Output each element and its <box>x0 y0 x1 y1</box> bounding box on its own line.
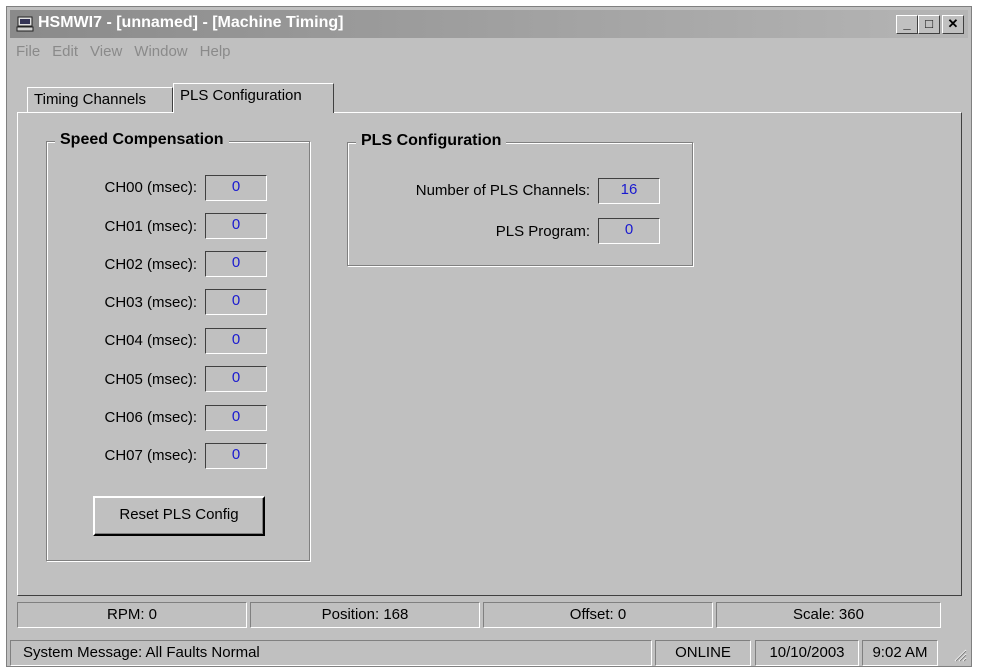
ch06-value[interactable]: 0 <box>205 405 267 431</box>
menu-help[interactable]: Help <box>194 41 237 60</box>
ch01-value[interactable]: 0 <box>205 213 267 239</box>
ch07-label: CH07 (msec): <box>104 447 197 464</box>
speed-compensation-group: Speed Compensation CH00 (msec): 0 CH01 (… <box>46 131 310 561</box>
tab-timing-channels[interactable]: Timing Channels <box>27 87 173 113</box>
menu-view[interactable]: View <box>84 41 128 60</box>
speed-compensation-title: Speed Compensation <box>55 131 229 149</box>
menu-edit[interactable]: Edit <box>46 41 84 60</box>
position-status: Position: 168 <box>250 602 480 628</box>
time-status: 9:02 AM <box>862 640 938 666</box>
maximize-button[interactable]: □ <box>918 15 940 34</box>
offset-status: Offset: 0 <box>483 602 713 628</box>
ch00-value[interactable]: 0 <box>205 175 267 201</box>
tab-pls-configuration[interactable]: PLS Configuration <box>173 83 334 113</box>
tab-panel: Speed Compensation CH00 (msec): 0 CH01 (… <box>17 112 962 596</box>
ch05-value[interactable]: 0 <box>205 366 267 392</box>
ch07-value[interactable]: 0 <box>205 443 267 469</box>
close-icon: ✕ <box>947 16 959 31</box>
ch04-value[interactable]: 0 <box>205 328 267 354</box>
menu-window[interactable]: Window <box>128 41 193 60</box>
ch00-label: CH00 (msec): <box>104 179 197 196</box>
pls-configuration-title: PLS Configuration <box>356 132 507 150</box>
system-message: System Message: All Faults Normal <box>10 640 652 666</box>
scale-status: Scale: 360 <box>716 602 941 628</box>
window-title: HSMWI7 - [unnamed] - [Machine Timing] <box>38 14 344 31</box>
rpm-status: RPM: 0 <box>17 602 247 628</box>
connection-status: ONLINE <box>655 640 751 666</box>
ch05-label: CH05 (msec): <box>104 371 197 388</box>
close-button[interactable]: ✕ <box>942 15 964 34</box>
maximize-icon: □ <box>925 16 933 31</box>
pls-program-value[interactable]: 0 <box>598 218 660 244</box>
reset-pls-config-button[interactable]: Reset PLS Config <box>93 496 265 536</box>
pls-configuration-group: PLS Configuration Number of PLS Channels… <box>347 132 693 266</box>
ch02-value[interactable]: 0 <box>205 251 267 277</box>
ch06-label: CH06 (msec): <box>104 409 197 426</box>
pls-program-label: PLS Program: <box>495 223 590 240</box>
ch02-label: CH02 (msec): <box>104 256 197 273</box>
ch03-value[interactable]: 0 <box>205 289 267 315</box>
minimize-button[interactable]: _ <box>896 15 918 34</box>
menu-bar: File Edit View Window Help <box>10 41 237 63</box>
num-pls-channels-value[interactable]: 16 <box>598 178 660 204</box>
resize-grip-icon[interactable] <box>953 648 967 662</box>
main-window: HSMWI7 - [unnamed] - [Machine Timing] _ … <box>6 6 972 667</box>
num-pls-channels-label: Number of PLS Channels: <box>415 182 590 199</box>
ch03-label: CH03 (msec): <box>104 294 197 311</box>
computer-icon <box>16 16 34 32</box>
date-status: 10/10/2003 <box>755 640 859 666</box>
title-bar[interactable]: HSMWI7 - [unnamed] - [Machine Timing] _ … <box>10 10 968 38</box>
menu-file[interactable]: File <box>10 41 46 60</box>
ch04-label: CH04 (msec): <box>104 332 197 349</box>
minimize-icon: _ <box>903 16 911 31</box>
ch01-label: CH01 (msec): <box>104 218 197 235</box>
